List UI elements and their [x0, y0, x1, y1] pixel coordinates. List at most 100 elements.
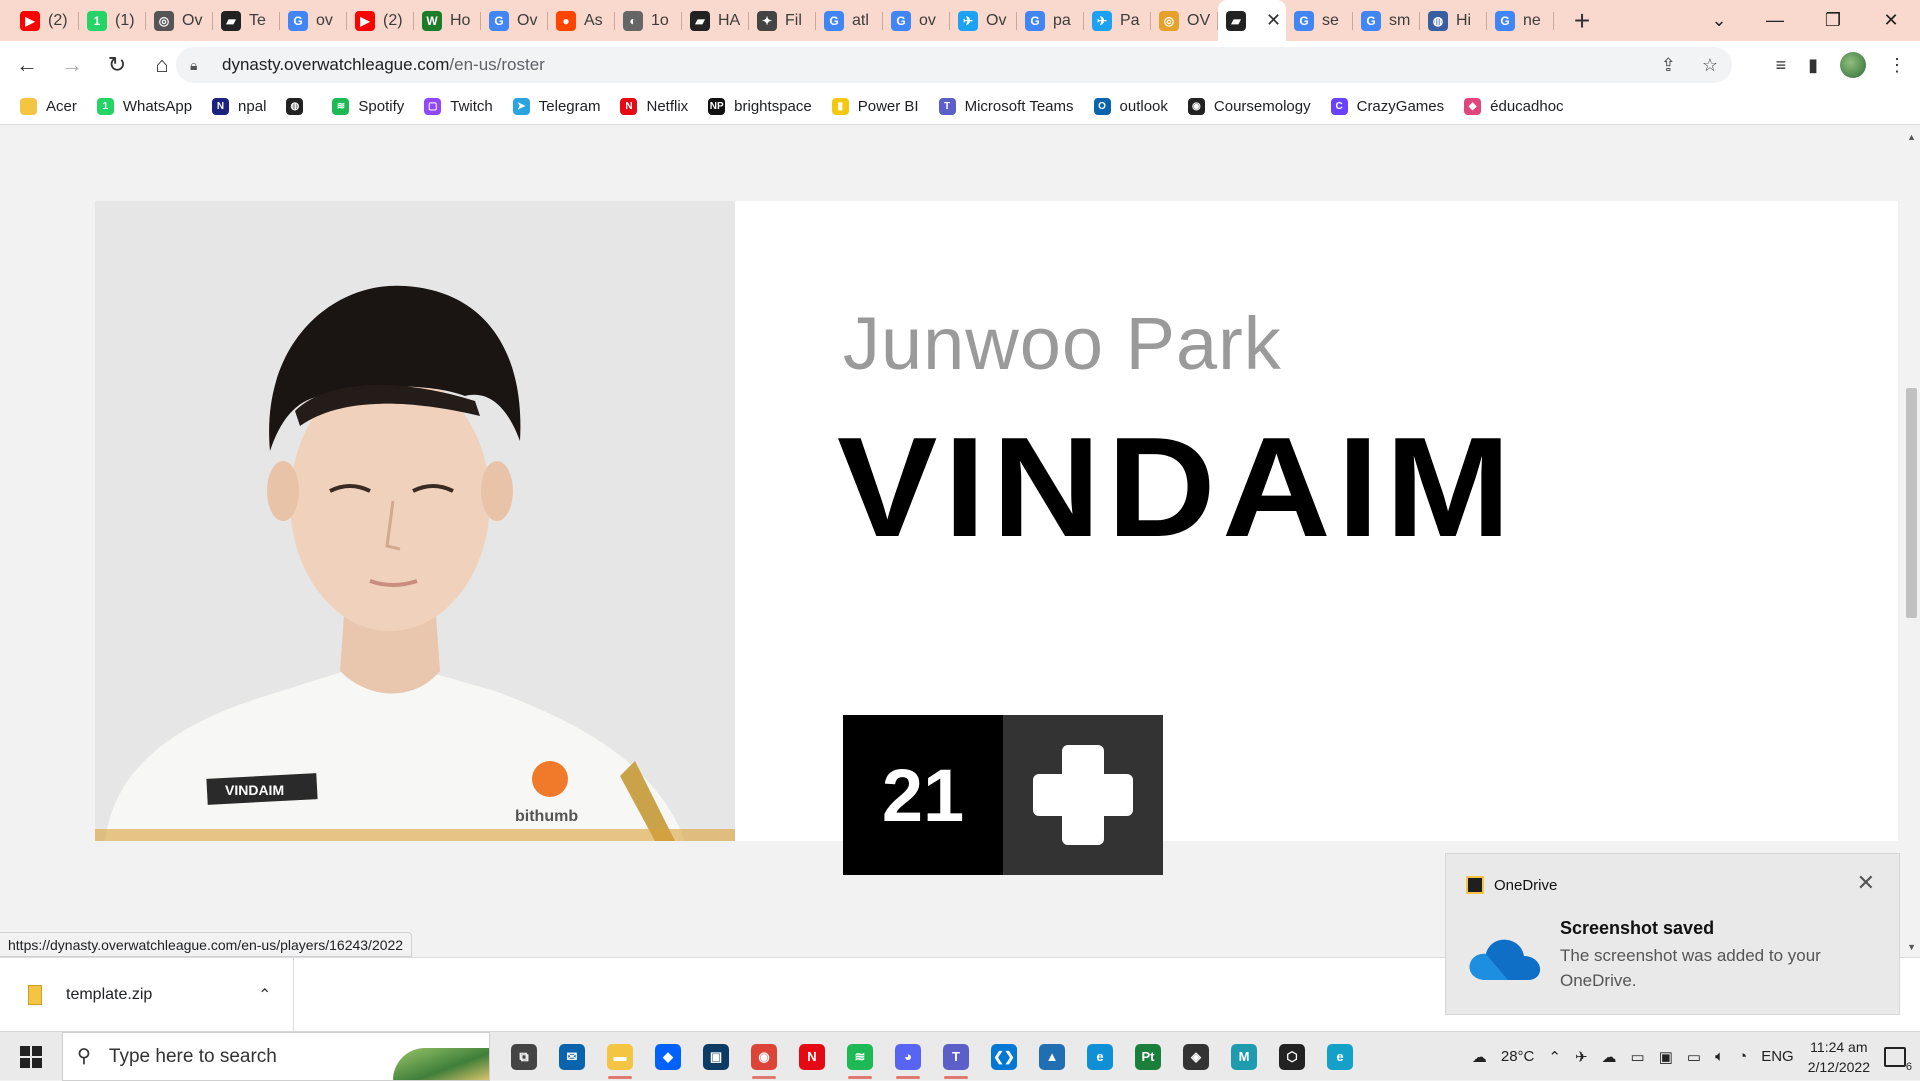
- taskbar-app[interactable]: ❮❯: [980, 1032, 1028, 1081]
- taskbar-search[interactable]: ⚲ Type here to search: [62, 1032, 490, 1081]
- media-control-icon[interactable]: ≡: [1776, 55, 1787, 76]
- bookmark-item[interactable]: ≋ Spotify: [332, 98, 404, 115]
- taskbar-app[interactable]: T: [932, 1032, 980, 1081]
- taskbar-app[interactable]: ▲: [1028, 1032, 1076, 1081]
- browser-tab[interactable]: Gatl: [816, 0, 883, 41]
- side-panel-icon[interactable]: ▮: [1808, 55, 1818, 76]
- browser-tab[interactable]: 1 (1): [79, 0, 146, 41]
- browser-tab[interactable]: Gne: [1487, 0, 1554, 41]
- browser-tab[interactable]: ▶ (2): [347, 0, 414, 41]
- bookmark-item[interactable]: NP brightspace: [708, 98, 812, 115]
- battery-saver-icon[interactable]: ▣: [1659, 1048, 1673, 1066]
- scroll-up-icon[interactable]: ▲: [1907, 132, 1916, 142]
- browser-tab[interactable]: ● As: [548, 0, 615, 41]
- back-button[interactable]: ←: [9, 47, 45, 83]
- taskbar-app[interactable]: ▣: [692, 1032, 740, 1081]
- bookmark-item[interactable]: N Netflix: [620, 98, 688, 115]
- battery-icon[interactable]: ▭: [1687, 1048, 1701, 1066]
- browser-tab[interactable]: ✈ Pa: [1084, 0, 1151, 41]
- bookmark-item[interactable]: ◍: [286, 98, 312, 115]
- bookmark-item[interactable]: C CrazyGames: [1330, 98, 1444, 115]
- bookmark-item[interactable]: ▮ Power BI: [831, 98, 919, 115]
- browser-tab[interactable]: ◍ Hi: [1420, 0, 1487, 41]
- language-indicator[interactable]: ENG: [1761, 1048, 1794, 1065]
- notification-center-icon[interactable]: 6: [1884, 1046, 1912, 1073]
- display-icon[interactable]: ▭: [1631, 1048, 1645, 1066]
- restore-button[interactable]: ❐: [1810, 0, 1856, 41]
- volume-icon[interactable]: 🔈︎: [1715, 1048, 1724, 1065]
- bookmark-item[interactable]: T Microsoft Teams: [938, 98, 1074, 115]
- bookmark-item[interactable]: ◉ Coursemology: [1187, 98, 1311, 115]
- bookmark-label: WhatsApp: [122, 98, 193, 115]
- browser-tab[interactable]: ▰ Te: [213, 0, 280, 41]
- browser-tab[interactable]: Gsm: [1353, 0, 1420, 41]
- bookmark-star-icon[interactable]: ☆: [1702, 55, 1718, 76]
- browser-tab[interactable]: W Ho: [414, 0, 481, 41]
- reload-button[interactable]: ↻: [99, 47, 135, 83]
- browser-tab[interactable]: ◎ Ov: [146, 0, 213, 41]
- taskbar-app[interactable]: e: [1076, 1032, 1124, 1081]
- new-tab-button[interactable]: +: [1562, 5, 1602, 37]
- browser-tab[interactable]: G Ov: [481, 0, 548, 41]
- browser-tab[interactable]: ◎ OV: [1151, 0, 1218, 41]
- bookmark-item[interactable]: ▢ Twitch: [424, 98, 493, 115]
- minimize-button[interactable]: —: [1752, 0, 1798, 41]
- onedrive-tray-icon[interactable]: ☁: [1602, 1048, 1617, 1066]
- taskbar-app[interactable]: ▬: [596, 1032, 644, 1081]
- taskbar-app[interactable]: Pt: [1124, 1032, 1172, 1081]
- browser-tab[interactable]: ▶ (2): [12, 0, 79, 41]
- network-warning-icon[interactable]: ✈: [1575, 1048, 1588, 1066]
- scroll-down-icon[interactable]: ▼: [1907, 942, 1916, 952]
- close-window-button[interactable]: ✕: [1868, 0, 1914, 41]
- forward-button[interactable]: →: [54, 47, 90, 83]
- profile-avatar[interactable]: [1840, 52, 1866, 78]
- close-icon[interactable]: ✕: [1857, 870, 1875, 896]
- browser-tab[interactable]: ✦ Fil: [749, 0, 816, 41]
- download-item[interactable]: template.zip ⌃: [0, 958, 294, 1032]
- bookmark-label: Power BI: [857, 98, 919, 115]
- page-scrollbar[interactable]: ▲ ▼: [1903, 126, 1920, 957]
- taskbar-app[interactable]: N: [788, 1032, 836, 1081]
- browser-tab[interactable]: Gpa: [1017, 0, 1084, 41]
- tab-search-icon[interactable]: ⌄: [1696, 0, 1742, 41]
- wifi-icon[interactable]: ◔: [1738, 1048, 1747, 1065]
- taskbar-app[interactable]: ◕: [884, 1032, 932, 1081]
- browser-tab[interactable]: Gse: [1286, 0, 1353, 41]
- taskbar-app[interactable]: ◆: [644, 1032, 692, 1081]
- bookmark-item[interactable]: ➤ Telegram: [512, 98, 600, 115]
- menu-kebab-icon[interactable]: ⋮: [1888, 55, 1906, 76]
- weather-icon[interactable]: ☁: [1472, 1048, 1487, 1066]
- bookmark-item[interactable]: Ooutlook: [1093, 98, 1168, 115]
- clock[interactable]: 11:24 am 2/12/2022: [1808, 1037, 1870, 1077]
- taskbar-app[interactable]: ⧉: [500, 1032, 548, 1081]
- bookmark-item[interactable]: Nnpal: [212, 98, 266, 115]
- weather-temp[interactable]: 28°C: [1501, 1048, 1535, 1065]
- home-button[interactable]: ⌂: [144, 47, 180, 83]
- chevron-up-icon[interactable]: ⌃: [1548, 1048, 1561, 1066]
- share-icon[interactable]: ⇪: [1661, 55, 1676, 76]
- bookmark-item[interactable]: 1 WhatsApp: [96, 98, 193, 115]
- scroll-thumb[interactable]: [1906, 388, 1917, 618]
- taskbar-app[interactable]: ≋: [836, 1032, 884, 1081]
- browser-tab[interactable]: Gov: [883, 0, 950, 41]
- onedrive-toast[interactable]: OneDrive ✕ Screenshot saved The screensh…: [1445, 853, 1900, 1015]
- browser-tab[interactable]: ◐ 1o: [615, 0, 682, 41]
- chevron-up-icon[interactable]: ⌃: [258, 985, 271, 1005]
- browser-tab[interactable]: ▰ HA: [682, 0, 749, 41]
- start-button[interactable]: [0, 1032, 62, 1081]
- taskbar-app[interactable]: ⬡: [1268, 1032, 1316, 1081]
- taskbar-app[interactable]: ◈: [1172, 1032, 1220, 1081]
- bookmark-item[interactable]: ◆ éducadhoc: [1464, 98, 1564, 115]
- bookmarks-bar: Acer 1 WhatsApp Nnpal ◍ ≋ Spotify ▢ Twitch ➤ Teleg…: [0, 89, 1920, 125]
- bookmark-item[interactable]: Acer: [20, 98, 77, 115]
- taskbar-app[interactable]: M: [1220, 1032, 1268, 1081]
- taskbar-app[interactable]: ✉: [548, 1032, 596, 1081]
- browser-tab[interactable]: Gov: [280, 0, 347, 41]
- taskbar-app[interactable]: e: [1316, 1032, 1364, 1081]
- close-tab-icon[interactable]: ✕: [1266, 10, 1281, 31]
- url-text[interactable]: dynasty.overwatchleague.com/en-us/roster: [222, 55, 545, 75]
- taskbar-app[interactable]: ◉: [740, 1032, 788, 1081]
- address-bar[interactable]: 🔒︎ dynasty.overwatchleague.com/en-us/ros…: [176, 47, 1732, 83]
- browser-tab[interactable]: ▰ ✕: [1218, 0, 1286, 41]
- browser-tab[interactable]: ✈ Ov: [950, 0, 1017, 41]
